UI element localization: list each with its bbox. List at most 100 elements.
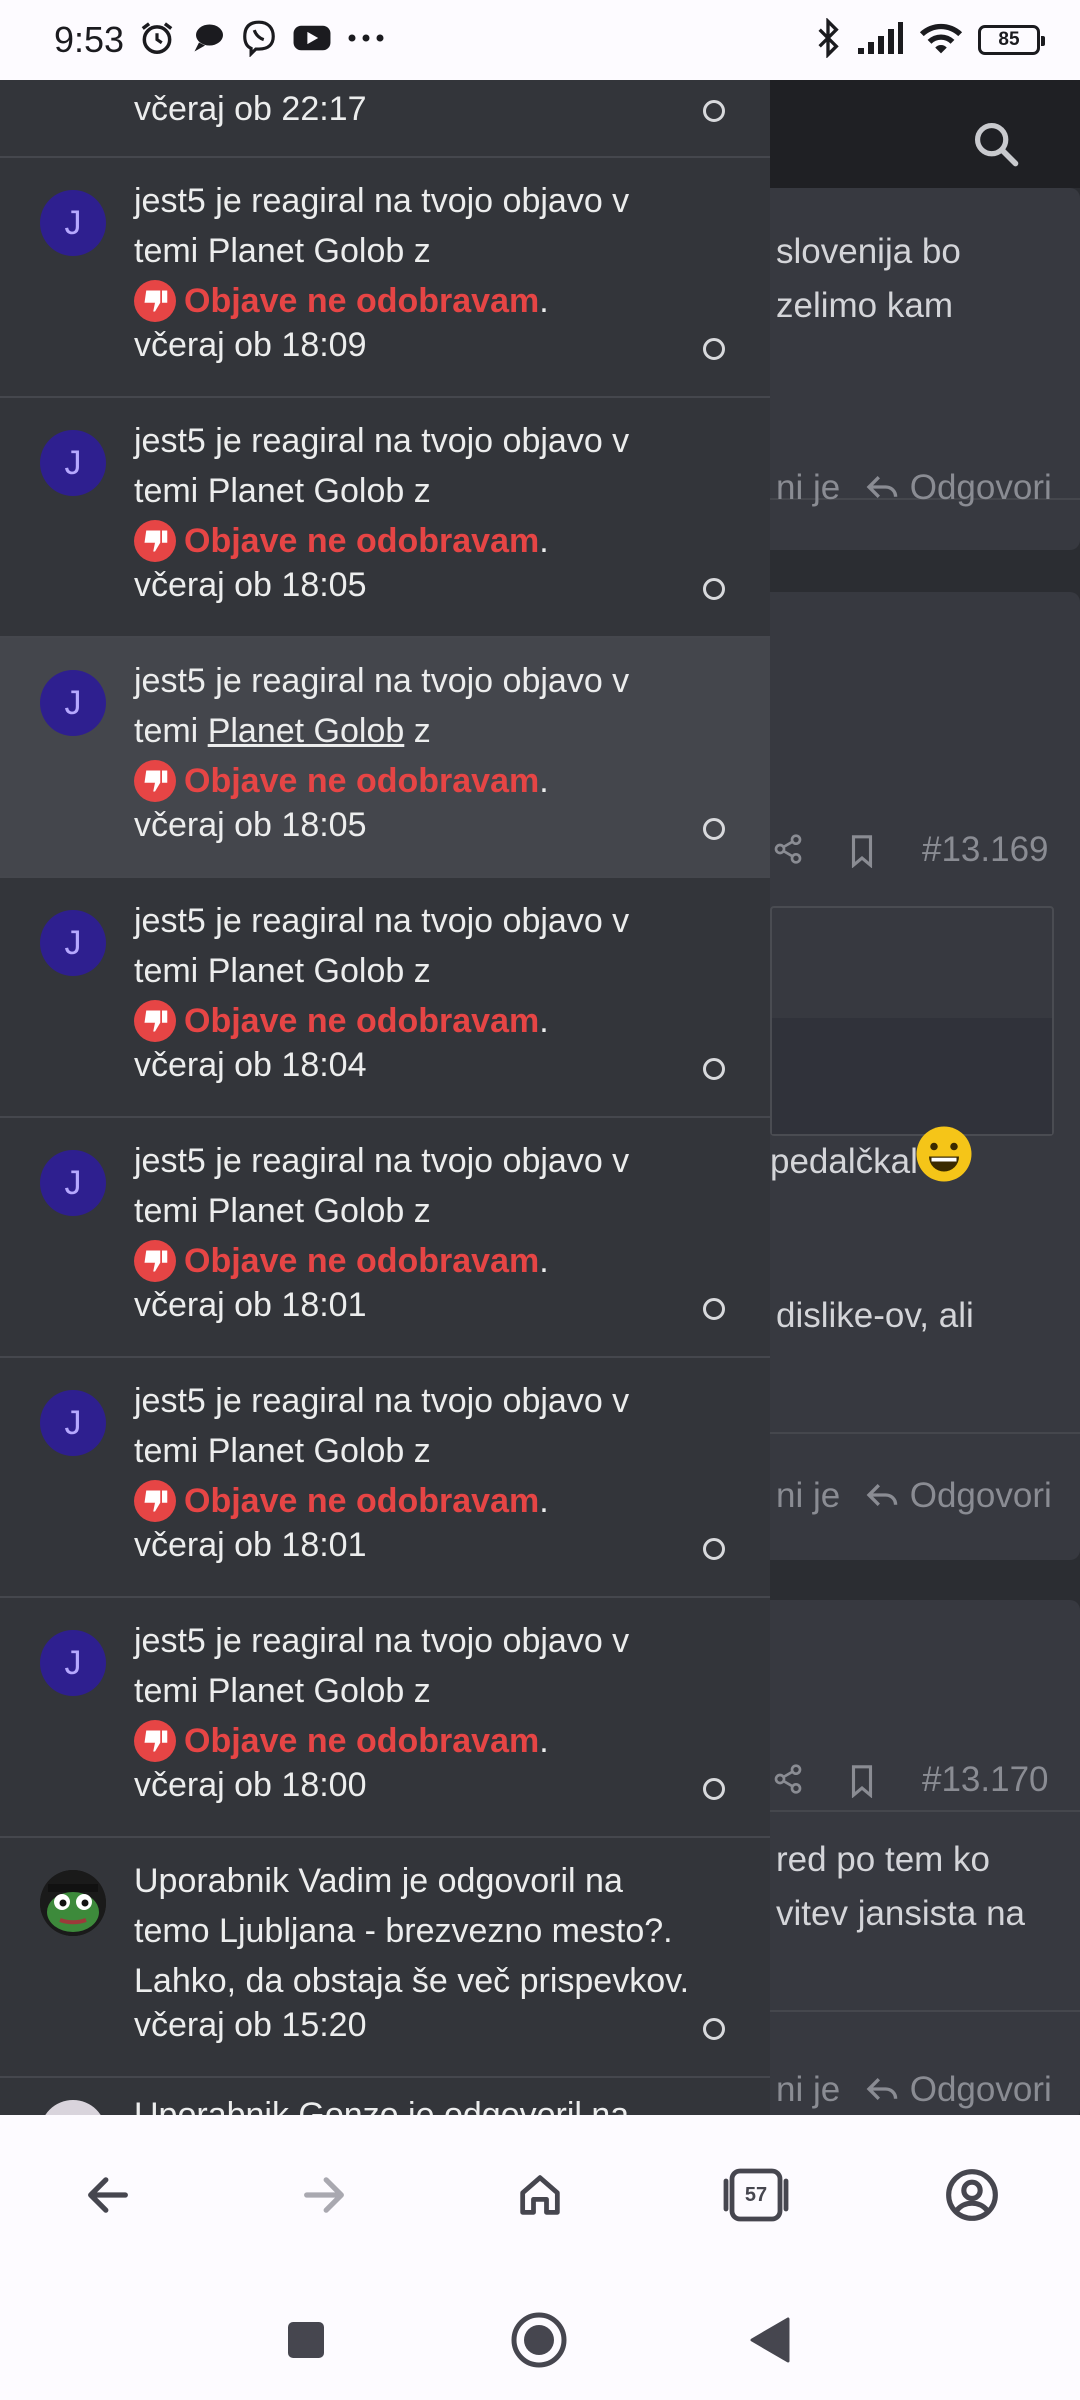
notification-text: jest5 je reagiral na tvojo objavo v temi… (134, 656, 734, 806)
notification-text: jest5 je reagiral na tvojo objavo v temi… (134, 1616, 734, 1766)
like-button[interactable]: ni je (776, 468, 840, 508)
youtube-icon (292, 20, 332, 61)
notification-line: jest5 je reagiral na tvojo objavo v (134, 1142, 630, 1180)
notification-item[interactable]: J jest5 je reagiral na tvojo objavo v te… (0, 638, 770, 878)
notification-line: jest5 je reagiral na tvojo objavo v (134, 1622, 630, 1660)
notification-line: Lahko, da obstaja še več prispevkov. (134, 1962, 690, 2000)
avatar: J (40, 430, 106, 496)
notification-time: včeraj ob 18:05 (134, 566, 367, 604)
notification-time: včeraj ob 15:20 (134, 2006, 367, 2044)
chat-icon (190, 20, 226, 61)
avatar: J (40, 1390, 106, 1456)
post-text-line: dislike-ov, ali (776, 1296, 974, 1335)
avatar: J (40, 1150, 106, 1216)
notification-text: jest5 je reagiral na tvojo objavo v temi… (134, 896, 734, 1046)
share-icon[interactable] (772, 832, 804, 870)
thread-link[interactable]: Planet Golob (208, 952, 405, 990)
reply-button[interactable]: Odgovori (866, 2070, 1052, 2110)
thread-link[interactable]: Planet Golob (208, 1192, 405, 1230)
notification-line: temo Ljubljana - brezvezno mesto?. (134, 1912, 673, 1950)
viber-icon (240, 19, 278, 62)
back-button[interactable] (68, 2155, 148, 2235)
notification-item[interactable]: Uporabnik Vadim je odgovoril na temo Lju… (0, 1838, 770, 2078)
notification-time: včeraj ob 18:01 (134, 1286, 367, 1324)
mark-read-dot[interactable] (703, 1058, 725, 1080)
tabs-button[interactable]: 57 (716, 2155, 796, 2235)
back-system-button[interactable] (735, 2305, 805, 2375)
reaction-label: Objave ne odobravam (184, 522, 540, 560)
post-number[interactable]: #13.170 (922, 1760, 1049, 1800)
arrow-left-icon (88, 2177, 128, 2213)
reply-button[interactable]: Odgovori (866, 468, 1052, 508)
reaction-label: Objave ne odobravam (184, 282, 540, 320)
avatar (40, 2100, 106, 2115)
home-system-button[interactable] (504, 2305, 574, 2375)
system-navigation-bar (0, 2275, 1080, 2400)
mark-read-dot[interactable] (703, 100, 725, 122)
mark-read-dot[interactable] (703, 2018, 725, 2040)
thumbs-down-icon (134, 760, 176, 802)
like-button[interactable]: ni je (776, 1476, 840, 1516)
quote-body (772, 1018, 1052, 1134)
mark-read-dot[interactable] (703, 1778, 725, 1800)
notification-item[interactable]: J jest5 je reagiral na tvojo objavo v te… (0, 878, 770, 1118)
battery-icon: 85 (978, 25, 1045, 55)
square-icon (288, 2322, 324, 2358)
notification-item[interactable]: J jest5 je reagiral na tvojo objavo v te… (0, 158, 770, 398)
reaction-period: . (539, 522, 549, 560)
reaction-period: . (539, 282, 549, 320)
notification-text: Uporabnik Vadim je odgovoril na temo Lju… (134, 1856, 734, 2006)
mark-read-dot[interactable] (703, 1538, 725, 1560)
bookmark-icon[interactable] (848, 834, 876, 872)
reaction-label: Objave ne odobravam (184, 762, 540, 800)
mark-read-dot[interactable] (703, 338, 725, 360)
reaction-period: . (539, 762, 549, 800)
forward-button[interactable] (284, 2155, 364, 2235)
thread-link[interactable]: Planet Golob (208, 1672, 405, 1710)
thread-link[interactable]: Planet Golob (208, 232, 405, 270)
more-icon (346, 31, 386, 49)
recents-button[interactable] (271, 2305, 341, 2375)
circle-icon (511, 2312, 567, 2368)
notification-item[interactable]: J jest5 je reagiral na tvojo objavo v te… (0, 398, 770, 638)
notification-item[interactable]: včeraj ob 22:17 (0, 80, 770, 158)
search-icon[interactable] (970, 118, 1022, 174)
notifications-drawer: včeraj ob 22:17 J jest5 je reagiral na t… (0, 80, 770, 2115)
thread-link[interactable]: Planet Golob (208, 712, 405, 750)
home-button[interactable] (500, 2155, 580, 2235)
bluetooth-icon (814, 16, 842, 63)
notification-item[interactable]: Uporabnik Gonzo je odgovoril na (0, 2078, 770, 2115)
thread-link[interactable]: Planet Golob (208, 1432, 405, 1470)
share-icon[interactable] (772, 1762, 804, 1800)
mark-read-dot[interactable] (703, 1298, 725, 1320)
notification-text: jest5 je reagiral na tvojo objavo v temi… (134, 416, 734, 566)
home-icon (520, 2175, 560, 2215)
notification-item[interactable]: J jest5 je reagiral na tvojo objavo v te… (0, 1598, 770, 1838)
like-button[interactable]: ni je (776, 2070, 840, 2110)
mark-read-dot[interactable] (703, 578, 725, 600)
notification-text: jest5 je reagiral na tvojo objavo v temi… (134, 1376, 734, 1526)
bookmark-icon[interactable] (848, 1764, 876, 1802)
notification-item[interactable]: J jest5 je reagiral na tvojo objavo v te… (0, 1118, 770, 1358)
thumbs-down-icon (134, 280, 176, 322)
notification-line: Uporabnik Gonzo je odgovoril na (134, 2096, 630, 2115)
thread-link[interactable]: Planet Golob (208, 472, 405, 510)
account-button[interactable] (932, 2155, 1012, 2235)
notification-line: Uporabnik Vadim je odgovoril na (134, 1862, 623, 1900)
thumbs-down-icon (134, 1240, 176, 1282)
reply-icon (866, 1484, 898, 1506)
reaction-label: Objave ne odobravam (184, 1242, 540, 1280)
mark-read-dot[interactable] (703, 818, 725, 840)
reply-button[interactable]: Odgovori (866, 1476, 1052, 1516)
post-number[interactable]: #13.169 (922, 830, 1049, 870)
notification-item[interactable]: J jest5 je reagiral na tvojo objavo v te… (0, 1358, 770, 1598)
grin-emoji-icon (914, 1124, 974, 1188)
avatar: J (40, 670, 106, 736)
reaction-label: Objave ne odobravam (184, 1722, 540, 1760)
avatar (40, 1870, 106, 1936)
quote-block (770, 906, 1054, 1136)
reply-label: Odgovori (909, 468, 1052, 507)
notification-line: temi (134, 232, 208, 270)
thumbs-down-icon (134, 1000, 176, 1042)
reaction-period: . (539, 1722, 549, 1760)
